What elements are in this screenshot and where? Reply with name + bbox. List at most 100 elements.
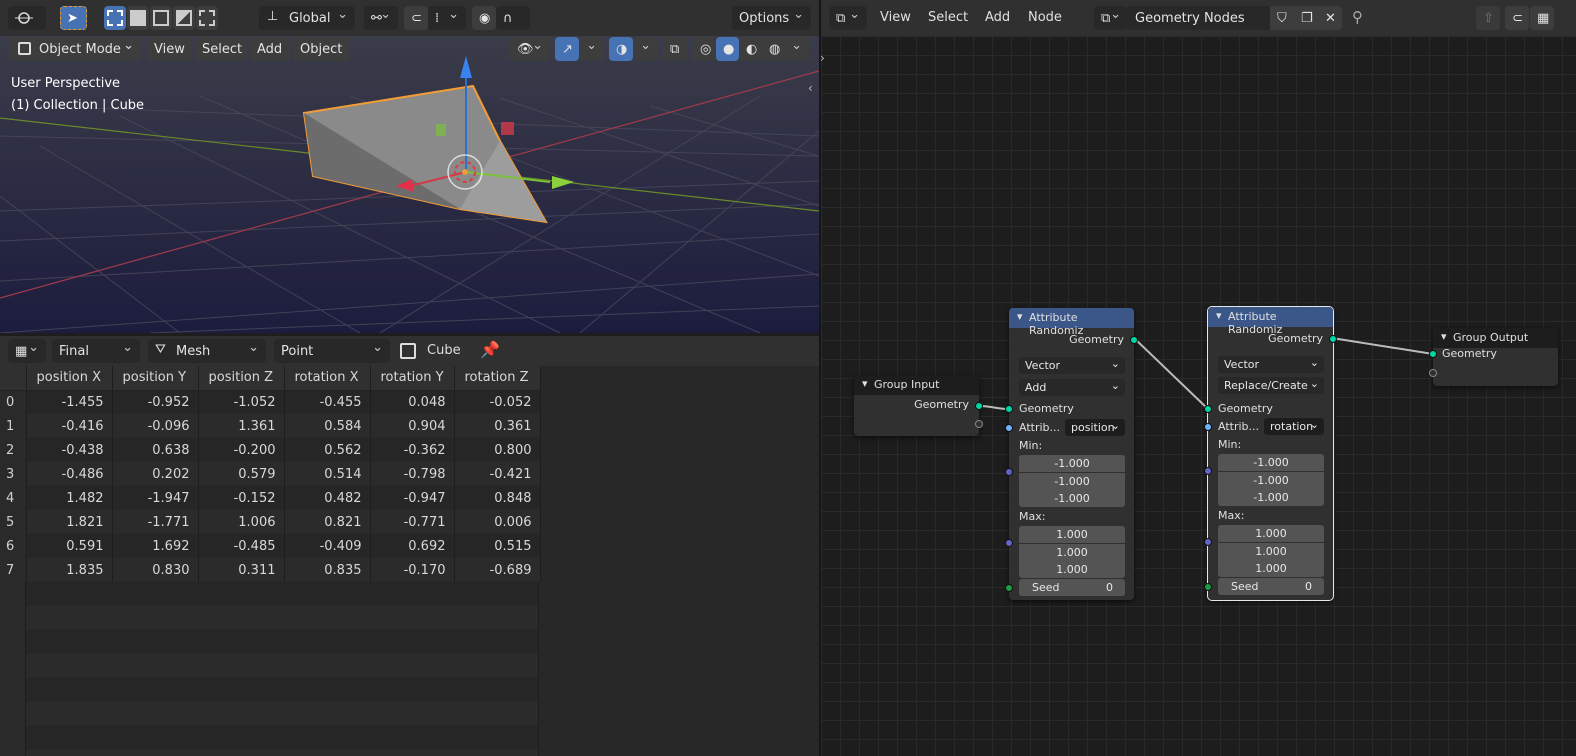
- fake-user-button[interactable]: ⛉: [1270, 6, 1294, 30]
- min-z-field[interactable]: -1.000: [1019, 490, 1125, 507]
- node-editor-type[interactable]: ⧉: [829, 6, 867, 30]
- menu-select[interactable]: Select: [195, 37, 247, 61]
- domain-dropdown[interactable]: Point: [274, 339, 390, 363]
- node-menu-add[interactable]: Add: [985, 10, 1010, 25]
- shading-solid[interactable]: ●: [716, 37, 739, 61]
- max-y-field[interactable]: 1.000: [1019, 544, 1125, 561]
- shading-dropdown[interactable]: [785, 37, 809, 61]
- gizmo-dropdown[interactable]: [580, 37, 604, 61]
- shading-material[interactable]: ◐: [739, 37, 762, 61]
- node-tree-browse[interactable]: ⧉: [1094, 6, 1128, 30]
- column-header[interactable]: rotation Y: [370, 366, 455, 391]
- min-x-field[interactable]: -1.000: [1218, 454, 1324, 471]
- min-vector-socket[interactable]: [1204, 467, 1212, 475]
- snap-toggle[interactable]: ⊂: [404, 6, 428, 30]
- gizmo-toggle[interactable]: ↗: [555, 37, 579, 61]
- xray-toggle[interactable]: ⧉: [663, 37, 687, 61]
- menu-object-label: Object: [300, 41, 343, 57]
- node-menu-view[interactable]: View: [880, 10, 911, 25]
- max-z-field[interactable]: 1.000: [1218, 560, 1324, 577]
- geometry-output-socket[interactable]: [1130, 336, 1138, 344]
- seed-input-socket[interactable]: [1005, 584, 1013, 592]
- component-dropdown[interactable]: ⛛ Mesh: [148, 339, 266, 363]
- column-header[interactable]: position Y: [112, 366, 199, 391]
- object-mode-dropdown[interactable]: Object Mode ⌄: [9, 37, 141, 61]
- geometry-input-socket[interactable]: [1005, 405, 1013, 413]
- column-header[interactable]: position Z: [198, 366, 285, 391]
- pivot-dropdown[interactable]: ⚯: [364, 6, 398, 30]
- min-y-field[interactable]: -1.000: [1218, 472, 1324, 489]
- unlink-tree-button[interactable]: ✕: [1318, 6, 1342, 30]
- shading-rendered[interactable]: ◍: [762, 37, 785, 61]
- orientation-dropdown[interactable]: ⊥ Global: [259, 6, 355, 30]
- node-tree-name-field[interactable]: Geometry Nodes: [1128, 6, 1270, 30]
- max-y-field[interactable]: 1.000: [1218, 543, 1324, 560]
- max-x-field[interactable]: 1.000: [1019, 526, 1125, 543]
- column-header[interactable]: rotation Z: [454, 366, 541, 391]
- spreadsheet-editor-type[interactable]: ▦: [8, 339, 46, 363]
- node-menu-select[interactable]: Select: [928, 10, 968, 25]
- pin-node-tree-icon[interactable]: ⚲: [1352, 8, 1363, 26]
- group-output-node[interactable]: Group Output Geometry: [1429, 328, 1558, 386]
- seed-field[interactable]: Seed 0: [1218, 578, 1324, 595]
- editor-type-button[interactable]: [8, 6, 46, 30]
- 3d-viewport[interactable]: Object Mode ⌄ View Select Add Object 👁 ↗…: [0, 36, 819, 333]
- menu-add[interactable]: Add: [250, 37, 290, 61]
- select-tool-button[interactable]: ➤: [60, 6, 87, 30]
- visibility-dropdown[interactable]: 👁: [510, 37, 550, 61]
- shading-wireframe[interactable]: ◎: [693, 37, 716, 61]
- pin-icon[interactable]: 📌: [480, 340, 500, 359]
- operation-dropdown[interactable]: Add: [1019, 377, 1125, 396]
- data-type-dropdown[interactable]: Vector: [1218, 354, 1324, 373]
- options-dropdown[interactable]: Options: [732, 6, 811, 30]
- select-subtract-mode[interactable]: [150, 6, 172, 30]
- geometry-output-socket[interactable]: [975, 402, 983, 410]
- group-input-node[interactable]: Group Input Geometry: [854, 375, 983, 436]
- overlays-dropdown[interactable]: [634, 37, 658, 61]
- select-intersect-mode[interactable]: [196, 6, 218, 30]
- max-z-field[interactable]: 1.000: [1019, 561, 1125, 578]
- snap-element-dropdown[interactable]: ▦: [1530, 6, 1554, 30]
- seed-input-socket[interactable]: [1204, 583, 1212, 591]
- attribute-name-field[interactable]: rotation: [1264, 416, 1324, 435]
- min-vector-socket[interactable]: [1005, 468, 1013, 476]
- overlays-toggle[interactable]: ◑: [609, 37, 633, 61]
- geometry-input-socket[interactable]: [1204, 405, 1212, 413]
- menu-view[interactable]: View: [147, 37, 192, 61]
- parent-tree-button[interactable]: ⇧: [1476, 6, 1500, 30]
- select-new-mode[interactable]: [104, 6, 126, 30]
- column-header[interactable]: position X: [26, 366, 113, 391]
- snap-nodes-toggle[interactable]: ⊂: [1505, 6, 1529, 30]
- geometry-output-socket[interactable]: [1329, 335, 1337, 343]
- max-vector-socket[interactable]: [1204, 538, 1212, 546]
- falloff-dropdown[interactable]: ∩: [496, 6, 530, 30]
- max-x-field[interactable]: 1.000: [1218, 525, 1324, 542]
- attribute-randomize-node-2[interactable]: Attribute Randomiz Geometry Vector Repla…: [1204, 306, 1337, 601]
- empty-input-socket[interactable]: [1429, 369, 1437, 377]
- object-cube-icon: [400, 343, 416, 359]
- attribute-input-socket[interactable]: [1204, 423, 1212, 431]
- proportional-edit-toggle[interactable]: ◉: [472, 6, 496, 30]
- attribute-randomize-node-1[interactable]: Attribute Randomiz Geometry Vector Add G…: [1005, 308, 1138, 600]
- min-y-field[interactable]: -1.000: [1019, 473, 1125, 490]
- empty-output-socket[interactable]: [975, 420, 983, 428]
- node-menu-node[interactable]: Node: [1028, 10, 1062, 25]
- geometry-input-socket[interactable]: [1429, 350, 1437, 358]
- node-editor-canvas[interactable]: › Group Input Geometry Attribute Randomi…: [821, 36, 1576, 756]
- snap-target-dropdown[interactable]: ⁞: [428, 6, 466, 30]
- select-invert-mode[interactable]: [173, 6, 195, 30]
- min-x-field[interactable]: -1.000: [1019, 455, 1125, 472]
- sidebar-toggle-arrow[interactable]: ‹: [808, 81, 813, 95]
- duplicate-tree-button[interactable]: ❐: [1294, 6, 1318, 30]
- max-vector-socket[interactable]: [1005, 539, 1013, 547]
- min-z-field[interactable]: -1.000: [1218, 489, 1324, 506]
- data-type-dropdown[interactable]: Vector: [1019, 355, 1125, 374]
- column-header[interactable]: rotation X: [284, 366, 371, 391]
- menu-object[interactable]: Object: [293, 37, 350, 61]
- select-extend-mode[interactable]: [127, 6, 149, 30]
- attribute-name-field[interactable]: position: [1065, 417, 1125, 436]
- seed-field[interactable]: Seed 0: [1019, 579, 1125, 596]
- attribute-input-socket[interactable]: [1005, 424, 1013, 432]
- operation-dropdown[interactable]: Replace/Create: [1218, 375, 1324, 394]
- evaluation-dropdown[interactable]: Final: [52, 339, 140, 363]
